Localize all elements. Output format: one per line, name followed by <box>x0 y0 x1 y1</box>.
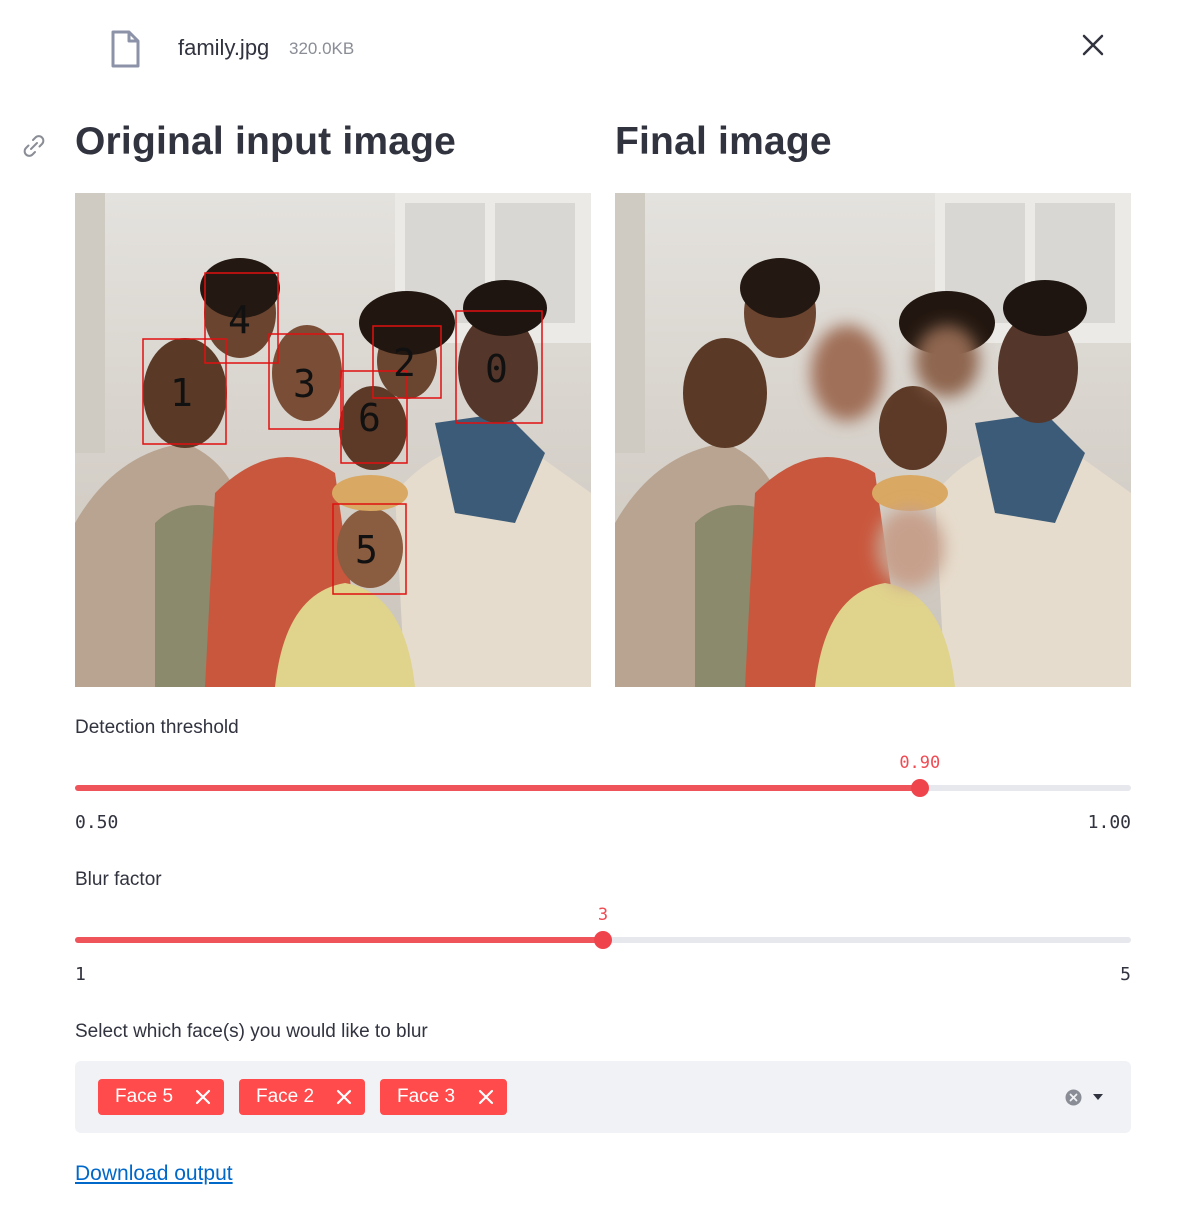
blur-slider[interactable] <box>75 931 1131 949</box>
threshold-slider-thumb[interactable] <box>910 779 929 797</box>
download-output-link[interactable]: Download output <box>75 1162 233 1186</box>
threshold-slider-label: Detection threshold <box>75 717 239 738</box>
face-label-6: 6 <box>358 396 381 440</box>
remove-tag-icon[interactable] <box>477 1088 495 1106</box>
link-icon[interactable] <box>20 132 48 160</box>
face-label-3: 3 <box>293 362 316 406</box>
face-label-2: 2 <box>393 341 416 385</box>
file-icon <box>111 30 140 68</box>
remove-tag-icon[interactable] <box>194 1088 212 1106</box>
original-image-heading: Original input image <box>75 120 457 163</box>
face-select-label: Select which face(s) you would like to b… <box>75 1021 428 1042</box>
threshold-slider[interactable] <box>75 779 1131 797</box>
final-blurred-image <box>615 193 1131 687</box>
face-label-0: 0 <box>485 347 508 391</box>
file-size: 320.0KB <box>289 39 355 58</box>
face-tag: Face 5 <box>98 1079 224 1115</box>
blur-slider-thumb[interactable] <box>594 931 612 949</box>
face-tag: Face 3 <box>380 1079 507 1115</box>
blur-slider-max: 5 <box>1120 964 1131 985</box>
clear-all-icon[interactable] <box>1065 1089 1082 1106</box>
chevron-down-icon[interactable] <box>1091 1092 1105 1102</box>
face-tag-label: Face 2 <box>256 1086 315 1107</box>
close-icon[interactable] <box>1078 30 1108 60</box>
final-image-heading: Final image <box>615 120 832 163</box>
uploaded-file-row: family.jpg 320.0KB <box>110 28 1110 68</box>
face-label-1: 1 <box>170 371 193 415</box>
blur-slider-label: Blur factor <box>75 869 162 890</box>
threshold-slider-max: 1.00 <box>1087 812 1131 833</box>
blur-slider-value: 3 <box>597 905 609 925</box>
face-tag-label: Face 3 <box>397 1086 456 1107</box>
blur-slider-fill <box>75 937 603 943</box>
face-tag: Face 2 <box>239 1079 365 1115</box>
file-name: family.jpg <box>178 35 270 60</box>
face-multiselect[interactable]: Face 5 Face 2 Face 3 <box>75 1061 1131 1133</box>
blur-slider-min: 1 <box>75 964 86 985</box>
remove-tag-icon[interactable] <box>335 1088 353 1106</box>
threshold-slider-fill <box>75 785 920 791</box>
threshold-slider-value: 0.90 <box>899 753 941 773</box>
face-label-4: 4 <box>228 298 251 342</box>
original-input-image: 0 1 2 3 4 5 6 <box>75 193 591 687</box>
threshold-slider-min: 0.50 <box>75 812 119 833</box>
face-tag-label: Face 5 <box>115 1086 174 1107</box>
face-label-5: 5 <box>355 528 378 572</box>
